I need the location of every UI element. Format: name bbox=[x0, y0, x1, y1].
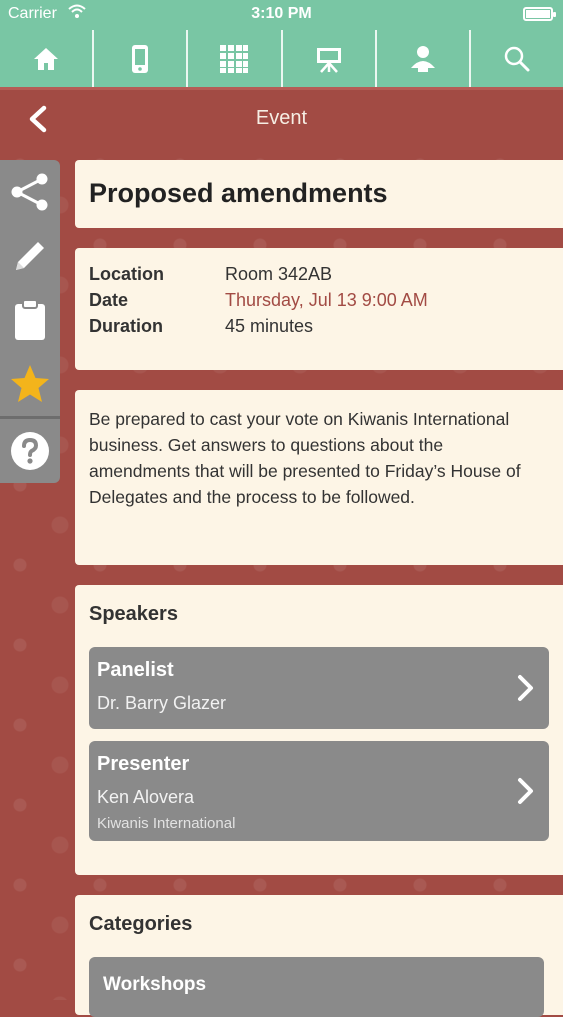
speaker-organization: Kiwanis International bbox=[97, 815, 236, 832]
share-button[interactable] bbox=[0, 160, 60, 224]
notes-button[interactable] bbox=[0, 224, 60, 288]
date-label: Date bbox=[89, 290, 129, 310]
easel-icon bbox=[316, 47, 341, 73]
speaker-name: Dr. Barry Glazer bbox=[97, 693, 227, 713]
top-nav bbox=[0, 30, 563, 87]
speaker-role: Panelist bbox=[97, 659, 174, 681]
duration-value: 45 minutes bbox=[225, 316, 314, 336]
speaker-item-panelist[interactable]: Panelist Dr. Barry Glazer bbox=[89, 647, 549, 729]
share-icon bbox=[11, 173, 48, 211]
category-item-workshops[interactable]: Workshops bbox=[89, 957, 544, 1017]
nav-person-button[interactable] bbox=[377, 30, 471, 87]
home-icon bbox=[34, 47, 59, 70]
description-card: Be prepared to cast your vote on Kiwanis… bbox=[75, 390, 563, 565]
location-label: Location bbox=[89, 264, 164, 284]
speakers-heading: Speakers bbox=[89, 603, 178, 625]
person-icon bbox=[410, 45, 435, 72]
nav-phone-button[interactable] bbox=[94, 30, 189, 87]
help-button[interactable] bbox=[0, 419, 60, 483]
event-title: Proposed amendments bbox=[89, 178, 388, 208]
categories-card: Categories Workshops bbox=[75, 895, 563, 1017]
page-header: Event bbox=[0, 87, 563, 145]
chevron-right-icon bbox=[518, 675, 533, 701]
favorite-button[interactable] bbox=[0, 352, 60, 416]
clock: 3:10 PM bbox=[251, 5, 312, 22]
page-title: Event bbox=[255, 107, 308, 129]
event-title-card: Proposed amendments bbox=[75, 160, 563, 228]
phone-icon bbox=[132, 44, 149, 73]
action-sidebar bbox=[0, 160, 60, 483]
search-icon bbox=[504, 46, 530, 71]
speaker-name: Ken Alovera bbox=[97, 787, 195, 807]
star-icon bbox=[11, 365, 49, 402]
status-bar: Carrier 3:10 PM bbox=[0, 0, 563, 30]
categories-heading: Categories bbox=[89, 913, 193, 935]
battery-icon bbox=[523, 7, 556, 21]
speaker-role: Presenter bbox=[97, 753, 190, 775]
help-icon bbox=[11, 432, 49, 470]
clipboard-button[interactable] bbox=[0, 288, 60, 352]
nav-search-button[interactable] bbox=[471, 30, 563, 87]
speakers-card: Speakers Panelist Dr. Barry Glazer Prese… bbox=[75, 585, 563, 875]
category-label: Workshops bbox=[103, 974, 207, 995]
nav-easel-button[interactable] bbox=[283, 30, 377, 87]
event-description: Be prepared to cast your vote on Kiwanis… bbox=[89, 409, 521, 507]
chevron-right-icon bbox=[518, 778, 533, 804]
nav-home-button[interactable] bbox=[0, 30, 95, 87]
grid-icon bbox=[220, 44, 249, 73]
speaker-item-presenter[interactable]: Presenter Ken Alovera Kiwanis Internatio… bbox=[89, 741, 549, 841]
clipboard-icon bbox=[15, 299, 45, 340]
date-value[interactable]: Thursday, Jul 13 9:00 AM bbox=[225, 290, 428, 311]
nav-grid-button[interactable] bbox=[188, 30, 283, 87]
duration-label: Duration bbox=[89, 316, 163, 336]
location-value: Room 342AB bbox=[225, 264, 333, 284]
pencil-icon bbox=[16, 242, 44, 270]
event-info-card: Location Room 342AB Date Thursday, Jul 1… bbox=[75, 248, 563, 370]
